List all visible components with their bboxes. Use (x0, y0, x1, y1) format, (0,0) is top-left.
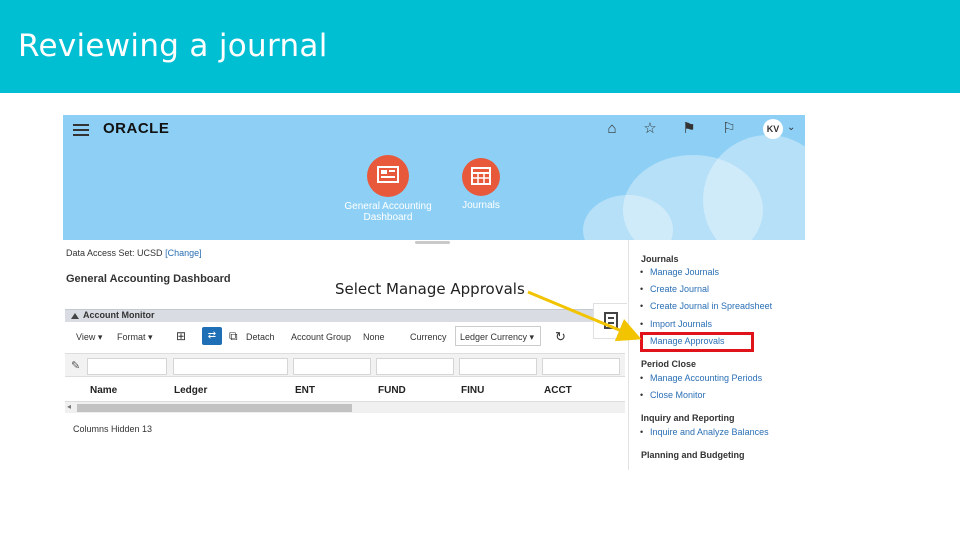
callout-text: Select Manage Approvals (335, 280, 525, 298)
title-bar: Reviewing a journal (0, 0, 960, 93)
tile-general-accounting-dashboard[interactable]: General Accounting Dashboard (333, 155, 443, 223)
dashboard-icon (367, 155, 409, 197)
collapse-triangle-icon[interactable] (71, 313, 79, 319)
columns-hidden: Columns Hidden 13 (73, 424, 153, 434)
task-import-journals[interactable]: Import Journals (640, 319, 712, 329)
filter-acct[interactable] (542, 358, 620, 375)
tasks-panel-tab[interactable] (593, 303, 627, 339)
favorites-star-icon[interactable]: ☆ (641, 120, 659, 138)
column-header[interactable]: Name (90, 385, 117, 396)
tasks-document-icon (604, 312, 618, 329)
tile-label: Journals (462, 200, 500, 211)
page-title: General Accounting Dashboard (66, 273, 231, 285)
slide: Reviewing a journal ORACLE ⌂ ☆ ⚑ ⚐ KV ⌄ … (0, 0, 960, 540)
slide-title: Reviewing a journal (18, 28, 328, 64)
highlight-box (640, 332, 754, 352)
tasks-section-inquiry: Inquiry and Reporting (641, 413, 735, 423)
data-access-set-label: Data Access Set: UCSD (66, 248, 163, 258)
filter-name[interactable] (87, 358, 167, 375)
table-column-headers: Name Ledger ENT FUND FINU ACCT (65, 379, 625, 401)
task-close-monitor[interactable]: Close Monitor (640, 390, 705, 400)
tasks-section-journals: Journals (641, 254, 679, 264)
format-menu[interactable]: Format ▾ (117, 332, 153, 343)
journal-table-icon (462, 158, 500, 196)
column-header[interactable]: FINU (461, 385, 484, 396)
column-header[interactable]: FUND (378, 385, 406, 396)
freeze-icon[interactable]: ⊞ (176, 329, 186, 343)
app-header: ORACLE ⌂ ☆ ⚑ ⚐ KV ⌄ General Accounting D… (63, 115, 805, 240)
refresh-icon[interactable]: ↻ (555, 329, 566, 345)
notifications-flag-icon[interactable]: ⚐ (720, 120, 738, 138)
scrollbar-thumb[interactable] (77, 404, 352, 412)
hamburger-menu-icon[interactable] (73, 124, 89, 136)
query-by-example-icon[interactable]: ⇄ (202, 327, 222, 345)
tile-label-line2: Dashboard (363, 212, 413, 223)
tasks-section-planning: Planning and Budgeting (641, 450, 745, 460)
tasks-panel: Journals Manage Journals Create Journal … (628, 240, 805, 470)
column-header[interactable]: Ledger (174, 385, 207, 396)
edit-pencil-icon[interactable]: ✎ (71, 359, 80, 372)
tile-journals[interactable]: Journals (451, 158, 511, 211)
task-manage-journals[interactable]: Manage Journals (640, 267, 719, 277)
view-menu[interactable]: View ▾ (76, 332, 102, 343)
home-icon[interactable]: ⌂ (603, 120, 621, 138)
navigator-icon[interactable]: ⚑ (680, 120, 698, 138)
column-header[interactable]: ACCT (544, 385, 572, 396)
account-monitor-label: Account Monitor (83, 310, 155, 320)
tile-label-line1: General Accounting (344, 201, 432, 212)
account-group-label: Account Group (291, 332, 352, 342)
currency-label: Currency (410, 332, 447, 342)
currency-select[interactable]: Ledger Currency ▾ (455, 326, 541, 346)
user-avatar[interactable]: KV (763, 119, 783, 139)
detach-icon[interactable]: ⧉ (229, 329, 238, 344)
chevron-down-icon[interactable]: ⌄ (787, 122, 795, 133)
filter-ledger[interactable] (173, 358, 288, 375)
task-inquire-balances[interactable]: Inquire and Analyze Balances (640, 427, 769, 437)
column-header[interactable]: ENT (295, 385, 315, 396)
table-toolbar: View ▾ Format ▾ ⊞ ⇄ ⧉ Detach Account Gro… (65, 322, 625, 350)
tasks-section-period-close: Period Close (641, 359, 697, 369)
dashboard-main: Data Access Set: UCSD [Change] General A… (63, 240, 628, 470)
detach-button[interactable]: Detach (246, 332, 275, 342)
task-create-journal-spreadsheet[interactable]: Create Journal in Spreadsheet (640, 301, 772, 311)
filter-finu[interactable] (459, 358, 537, 375)
account-monitor-header[interactable]: Account Monitor (65, 309, 625, 322)
task-manage-accounting-periods[interactable]: Manage Accounting Periods (640, 373, 762, 383)
account-group-value[interactable]: None (363, 332, 385, 342)
scroll-left-icon[interactable]: ◂ (67, 402, 71, 411)
filter-ent[interactable] (293, 358, 371, 375)
data-access-set: Data Access Set: UCSD [Change] (66, 248, 202, 258)
filter-fund[interactable] (376, 358, 454, 375)
oracle-logo: ORACLE (103, 120, 170, 137)
task-create-journal[interactable]: Create Journal (640, 284, 709, 294)
horizontal-scrollbar[interactable]: ◂ (65, 401, 625, 413)
change-link[interactable]: [Change] (165, 248, 202, 258)
filter-row: ✎ (65, 353, 625, 377)
